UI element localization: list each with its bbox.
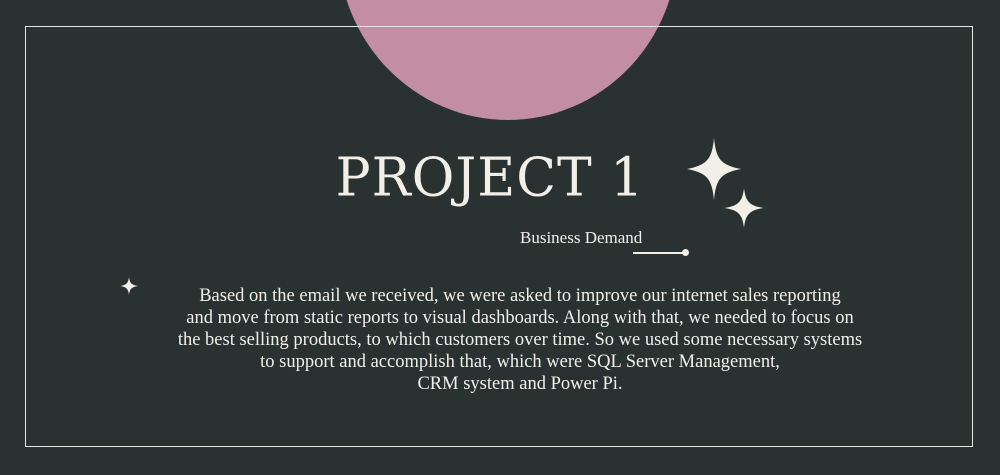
sparkle-small-icon	[724, 188, 764, 228]
description-line: the best selling products, to which cust…	[177, 330, 863, 350]
description-paragraph: Based on the email we received, we were …	[110, 285, 930, 395]
subtitle-underline	[633, 252, 685, 254]
description-line: Based on the email we received, we were …	[199, 286, 841, 306]
description-line: to support and accomplish that, which we…	[260, 352, 780, 372]
subtitle-underline-dot	[682, 249, 689, 256]
description-line: and move from static reports to visual d…	[186, 308, 854, 328]
description-line: CRM system and Power Pi.	[417, 374, 623, 394]
page-title: PROJECT 1	[335, 147, 645, 209]
subtitle: Business Demand	[520, 228, 643, 247]
